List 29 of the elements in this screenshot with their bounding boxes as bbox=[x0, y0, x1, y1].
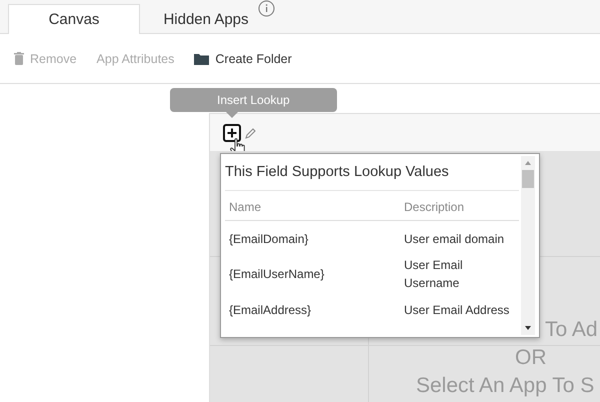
lookup-name: {EmailUserName} bbox=[229, 267, 326, 281]
lookup-name: {EmailAddress} bbox=[229, 302, 312, 316]
scrollbar-thumb[interactable] bbox=[522, 170, 534, 188]
pencil-icon[interactable] bbox=[245, 126, 257, 138]
toolbar-button[interactable]: Create Folder bbox=[192, 52, 294, 66]
lookup-name: {EmailDomain} bbox=[229, 232, 310, 246]
tooltip: Insert Lookup bbox=[170, 88, 337, 112]
tab[interactable]: Canvas bbox=[8, 4, 140, 34]
lookup-row[interactable]: {EmailAddress} User Email Address bbox=[225, 292, 519, 327]
scroll-down-icon[interactable] bbox=[524, 325, 532, 331]
insert-plus-icon[interactable] bbox=[223, 124, 241, 142]
scroll-up-icon[interactable] bbox=[524, 160, 532, 166]
column-header: Description bbox=[404, 200, 466, 214]
lookup-description: User email domain bbox=[404, 230, 506, 248]
canvas-hint-text: Select An App To S bbox=[416, 373, 594, 399]
tooltip-arrow bbox=[226, 112, 238, 118]
canvas-hint-text: To Ad bbox=[545, 317, 598, 343]
folder-icon bbox=[194, 52, 210, 64]
canvas-hint-text: OR bbox=[515, 345, 546, 371]
lookup-row[interactable]: {EmailDomain} User email domain bbox=[225, 221, 519, 256]
lookup-row[interactable]: {EmailUserName} User Email Username bbox=[225, 256, 519, 292]
column-header: Name bbox=[229, 200, 262, 214]
lookup-description: User Email Username bbox=[404, 257, 464, 292]
scrollbar[interactable] bbox=[521, 156, 535, 335]
tab[interactable]: Hidden Apps bbox=[140, 4, 272, 34]
trash-icon bbox=[14, 52, 24, 65]
info-icon[interactable] bbox=[258, 0, 275, 17]
popup-title: This Field Supports Lookup Values bbox=[225, 154, 519, 191]
lookup-description: User Email Address bbox=[404, 302, 510, 318]
